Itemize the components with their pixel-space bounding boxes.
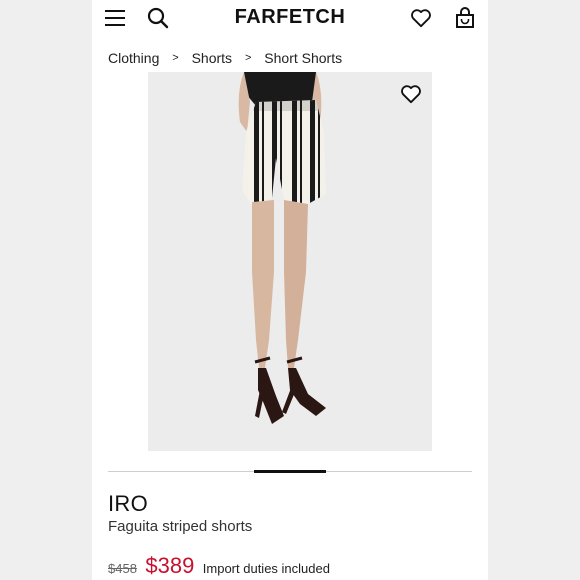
product-name: Faguita striped shorts [108,518,253,535]
breadcrumb-separator: > [244,52,252,65]
product-image-gallery[interactable] [148,72,432,451]
top-bar: FARFETCH [92,0,488,40]
gallery-indicator-active[interactable] [254,470,326,473]
breadcrumb-item-short-shorts[interactable]: Short Shorts [264,50,342,66]
menu-icon[interactable] [104,8,126,28]
breadcrumb-separator: > [172,52,179,65]
logo[interactable]: FARFETCH [224,6,356,29]
add-to-wishlist-icon[interactable] [400,84,422,104]
product-brand[interactable]: IRO [108,491,148,517]
original-price: $458 [108,561,137,576]
breadcrumb-item-shorts[interactable]: Shorts [192,50,232,66]
breadcrumb: Clothing > Shorts > Short Shorts [108,49,342,67]
breadcrumb-item-clothing[interactable]: Clothing [108,50,159,66]
import-duties-note: Import duties included [202,561,330,576]
search-icon[interactable] [147,7,169,29]
wishlist-icon[interactable] [410,8,432,28]
bag-icon[interactable] [454,7,476,29]
product-image [148,72,432,451]
sale-price: $389 [145,553,195,578]
product-page: FARFETCH Clothing > Shorts > Short Short… [92,0,488,580]
price-row: $458 $389 Import duties included [108,553,330,579]
